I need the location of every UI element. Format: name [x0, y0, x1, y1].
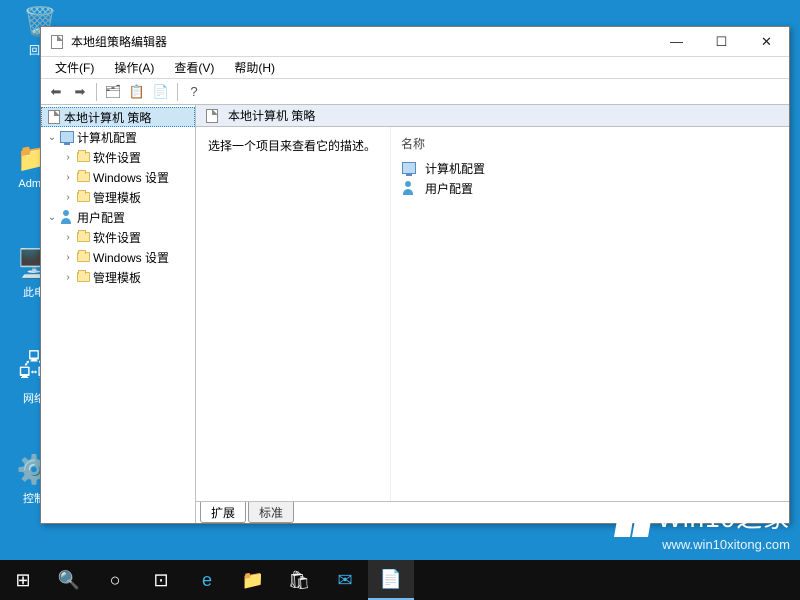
store-button[interactable]: 🛍 [276, 560, 322, 600]
tree-admin-templates-user[interactable]: › 管理模板 [41, 267, 195, 287]
toolbar-list-button[interactable]: 📋 [126, 81, 148, 103]
gpedit-taskbar-button[interactable]: 📄 [368, 560, 414, 600]
tree-admin-templates[interactable]: › 管理模板 [41, 187, 195, 207]
start-button[interactable]: ⊞ [0, 560, 46, 600]
watermark-url: www.win10xitong.com [617, 537, 790, 552]
computer-icon [401, 160, 417, 176]
policy-icon [46, 109, 62, 125]
tree-label: 管理模板 [93, 189, 141, 206]
toolbar-export-button[interactable]: 📄 [150, 81, 172, 103]
app-icon [49, 34, 65, 50]
tree-computer-config[interactable]: ⌄ 计算机配置 [41, 127, 195, 147]
expand-icon[interactable]: › [61, 272, 75, 283]
tree-pane[interactable]: 本地计算机 策略 ⌄ 计算机配置 › 软件设置 › Windows 设置 › 管… [41, 105, 196, 523]
tab-extended[interactable]: 扩展 [200, 502, 246, 523]
watermark-brand: Win10之家 [617, 498, 790, 537]
tree-user-config[interactable]: ⌄ 用户配置 [41, 207, 195, 227]
minimize-button[interactable]: — [654, 27, 699, 56]
tree-label: 软件设置 [93, 229, 141, 246]
tree-label: 管理模板 [93, 269, 141, 286]
tree-label: 计算机配置 [77, 129, 137, 146]
tree-root[interactable]: 本地计算机 策略 [41, 107, 195, 127]
folder-icon [75, 169, 91, 185]
nav-back-button[interactable]: ⬅ [45, 81, 67, 103]
close-button[interactable]: ✕ [744, 27, 789, 56]
toolbar: ⬅ ➡ 🗂 📋 📄 ? [41, 79, 789, 105]
gpedit-window: 本地组策略编辑器 — ☐ ✕ 文件(F) 操作(A) 查看(V) 帮助(H) ⬅… [40, 26, 790, 524]
menubar: 文件(F) 操作(A) 查看(V) 帮助(H) [41, 57, 789, 79]
tree-label: 用户配置 [77, 209, 125, 226]
content-header: 本地计算机 策略 [196, 105, 789, 127]
description-pane: 选择一个项目来查看它的描述。 [196, 127, 391, 501]
expand-icon[interactable]: › [61, 232, 75, 243]
folder-icon [75, 249, 91, 265]
nav-forward-button[interactable]: ➡ [69, 81, 91, 103]
list-item-label: 计算机配置 [425, 160, 485, 177]
content-pane: 本地计算机 策略 选择一个项目来查看它的描述。 名称 计算机配置 用户配置 [196, 105, 789, 523]
search-button[interactable]: 🔍 [46, 560, 92, 600]
toolbar-properties-button[interactable]: 🗂 [102, 81, 124, 103]
explorer-button[interactable]: 📁 [230, 560, 276, 600]
content-title: 本地计算机 策略 [228, 107, 315, 124]
expand-icon[interactable]: › [61, 152, 75, 163]
tree-label: 本地计算机 策略 [64, 109, 151, 126]
mail-button[interactable]: ✉ [322, 560, 368, 600]
maximize-button[interactable]: ☐ [699, 27, 744, 56]
tree-windows-settings-user[interactable]: › Windows 设置 [41, 247, 195, 267]
policy-icon [204, 108, 220, 124]
task-view-button[interactable]: ⊡ [138, 560, 184, 600]
menu-file[interactable]: 文件(F) [47, 57, 102, 78]
tree-label: Windows 设置 [93, 249, 169, 266]
tree-label: 软件设置 [93, 149, 141, 166]
taskbar[interactable]: ⊞ 🔍 ○ ⊡ e 📁 🛍 ✉ 📄 [0, 560, 800, 600]
cortana-button[interactable]: ○ [92, 560, 138, 600]
menu-action[interactable]: 操作(A) [106, 57, 162, 78]
tree-software-settings-user[interactable]: › 软件设置 [41, 227, 195, 247]
folder-icon [75, 269, 91, 285]
tree-windows-settings[interactable]: › Windows 设置 [41, 167, 195, 187]
tree-software-settings[interactable]: › 软件设置 [41, 147, 195, 167]
toolbar-help-button[interactable]: ? [183, 81, 205, 103]
window-title: 本地组策略编辑器 [71, 33, 654, 50]
edge-button[interactable]: e [184, 560, 230, 600]
tab-standard[interactable]: 标准 [248, 502, 294, 523]
list-item-label: 用户配置 [425, 180, 473, 197]
computer-icon [59, 129, 75, 145]
list-item-computer[interactable]: 计算机配置 [391, 158, 789, 178]
titlebar[interactable]: 本地组策略编辑器 — ☐ ✕ [41, 27, 789, 57]
user-icon [401, 180, 417, 196]
collapse-icon[interactable]: ⌄ [45, 132, 59, 143]
expand-icon[interactable]: › [61, 192, 75, 203]
tree-label: Windows 设置 [93, 169, 169, 186]
menu-view[interactable]: 查看(V) [166, 57, 222, 78]
watermark: Win10之家 www.win10xitong.com [617, 498, 790, 552]
folder-icon [75, 229, 91, 245]
folder-icon [75, 189, 91, 205]
list-pane[interactable]: 名称 计算机配置 用户配置 [391, 127, 789, 501]
collapse-icon[interactable]: ⌄ [45, 212, 59, 223]
menu-help[interactable]: 帮助(H) [226, 57, 283, 78]
expand-icon[interactable]: › [61, 252, 75, 263]
list-item-user[interactable]: 用户配置 [391, 178, 789, 198]
description-text: 选择一个项目来查看它的描述。 [208, 139, 376, 153]
folder-icon [75, 149, 91, 165]
user-icon [59, 209, 75, 225]
expand-icon[interactable]: › [61, 172, 75, 183]
list-column-header[interactable]: 名称 [391, 131, 789, 158]
